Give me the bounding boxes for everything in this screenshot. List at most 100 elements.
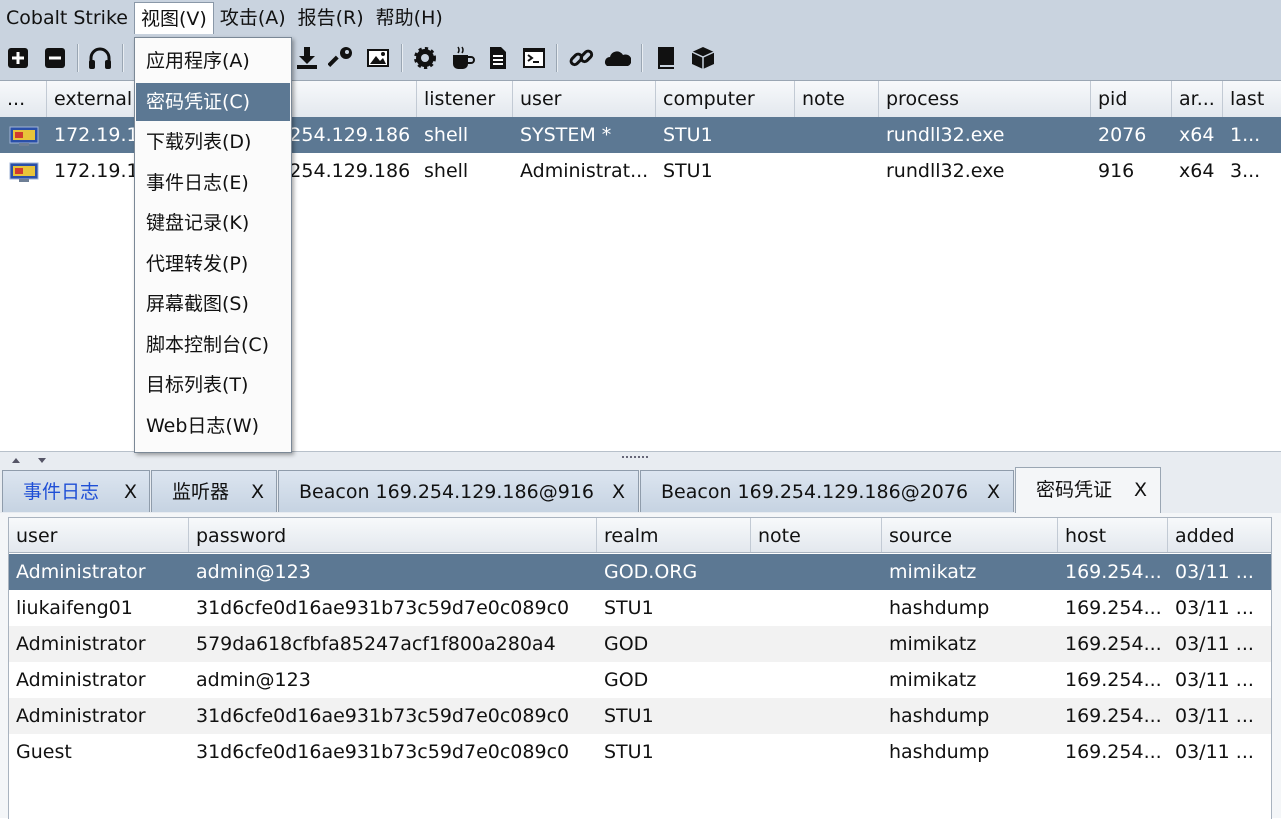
tab-close-button[interactable]: X bbox=[612, 471, 625, 513]
col-header-password[interactable]: password bbox=[189, 518, 597, 552]
cell-host: 169.254... bbox=[1065, 705, 1162, 727]
tab-close-button[interactable]: X bbox=[124, 471, 137, 513]
cell-note bbox=[795, 153, 879, 189]
plus-icon[interactable] bbox=[4, 44, 32, 72]
drag-handle-icon[interactable] bbox=[622, 456, 652, 460]
cell-added: 03/11 ... bbox=[1175, 561, 1254, 583]
cell-pid: 2076 bbox=[1098, 124, 1147, 146]
col-header-icon[interactable]: ... bbox=[0, 81, 47, 117]
cell-pid: 916 bbox=[1098, 160, 1135, 182]
col-header-listener[interactable]: listener bbox=[417, 81, 513, 117]
windows-host-icon bbox=[9, 126, 39, 146]
tab-close-button[interactable]: X bbox=[1134, 468, 1147, 512]
tab-event-log[interactable]: 事件日志 X bbox=[2, 470, 150, 512]
menu-help[interactable]: 帮助(H) bbox=[370, 2, 449, 34]
cell-source: mimikatz bbox=[889, 669, 977, 691]
cell-process: rundll32.exe bbox=[886, 160, 1005, 182]
download-icon[interactable] bbox=[293, 44, 321, 72]
cell-user: Administrator bbox=[16, 633, 146, 655]
tab-close-button[interactable]: X bbox=[251, 471, 264, 513]
col-header-source[interactable]: source bbox=[882, 518, 1058, 552]
cell-process: rundll32.exe bbox=[886, 124, 1005, 146]
menu-item-targets[interactable]: 目标列表(T) bbox=[136, 366, 290, 404]
headphones-icon[interactable] bbox=[86, 44, 114, 72]
menu-reports[interactable]: 报告(R) bbox=[292, 2, 370, 34]
tab-beacon-2076[interactable]: Beacon 169.254.129.186@2076 X bbox=[640, 470, 1014, 512]
col-header-computer[interactable]: computer bbox=[656, 81, 795, 117]
cell-added: 03/11 ... bbox=[1175, 705, 1254, 727]
col-header-note[interactable]: note bbox=[795, 81, 879, 117]
col-header-note[interactable]: note bbox=[751, 518, 882, 552]
credential-row[interactable]: Guest 31d6cfe0d16ae931b73c59d7e0c089c0 S… bbox=[9, 734, 1271, 770]
col-header-arch[interactable]: ar... bbox=[1172, 81, 1223, 117]
credentials-table: user password realm note source host add… bbox=[8, 517, 1272, 819]
col-header-last[interactable]: last bbox=[1223, 81, 1281, 117]
col-header-host[interactable]: host bbox=[1058, 518, 1168, 552]
credential-row[interactable]: Administrator 579da618cfbfa85247acf1f800… bbox=[9, 626, 1271, 662]
image-icon[interactable] bbox=[364, 44, 392, 72]
menu-item-script-console[interactable]: 脚本控制台(C) bbox=[136, 326, 290, 364]
key-icon[interactable] bbox=[328, 44, 356, 72]
cell-last: 3... bbox=[1230, 160, 1261, 182]
menu-item-applications[interactable]: 应用程序(A) bbox=[136, 42, 290, 80]
menu-item-keystrokes[interactable]: 键盘记录(K) bbox=[136, 204, 290, 242]
menu-cobalt-strike[interactable]: Cobalt Strike bbox=[0, 2, 134, 34]
tab-credentials[interactable]: 密码凭证 X bbox=[1015, 467, 1161, 513]
coffee-icon[interactable] bbox=[448, 44, 476, 72]
menu-item-credentials[interactable]: 密码凭证(C) bbox=[136, 83, 290, 121]
cube-icon[interactable] bbox=[689, 44, 717, 72]
menu-item-web-log[interactable]: Web日志(W) bbox=[136, 407, 290, 445]
cell-password: admin@123 bbox=[196, 669, 311, 691]
book-icon[interactable] bbox=[652, 44, 680, 72]
cell-realm: STU1 bbox=[604, 705, 654, 727]
col-header-added[interactable]: added bbox=[1168, 518, 1271, 552]
cell-listener: shell bbox=[424, 160, 469, 182]
cell-note bbox=[795, 117, 879, 153]
tab-listeners[interactable]: 监听器 X bbox=[151, 470, 277, 512]
cell-user: Administrat... bbox=[520, 160, 649, 182]
menu-view[interactable]: 视图(V) bbox=[133, 2, 214, 34]
cell-note bbox=[751, 626, 882, 662]
cell-added: 03/11 ... bbox=[1175, 597, 1254, 619]
menu-item-proxy-pivots[interactable]: 代理转发(P) bbox=[136, 245, 290, 283]
cell-source: hashdump bbox=[889, 741, 990, 763]
cell-password: 31d6cfe0d16ae931b73c59d7e0c089c0 bbox=[196, 705, 570, 727]
cell-host: 169.254... bbox=[1065, 597, 1162, 619]
col-header-pid[interactable]: pid bbox=[1091, 81, 1172, 117]
cell-arch: x64 bbox=[1179, 124, 1215, 146]
credentials-table-header: user password realm note source host add… bbox=[9, 518, 1271, 553]
menu-item-event-log[interactable]: 事件日志(E) bbox=[136, 164, 290, 202]
col-header-realm[interactable]: realm bbox=[597, 518, 751, 552]
cell-user: liukaifeng01 bbox=[16, 597, 133, 619]
tab-close-button[interactable]: X bbox=[987, 471, 1000, 513]
menu-item-downloads[interactable]: 下载列表(D) bbox=[136, 123, 290, 161]
credential-row[interactable]: Administrator 31d6cfe0d16ae931b73c59d7e0… bbox=[9, 698, 1271, 734]
document-icon[interactable] bbox=[484, 44, 512, 72]
terminal-icon[interactable] bbox=[520, 44, 548, 72]
credential-row[interactable]: liukaifeng01 31d6cfe0d16ae931b73c59d7e0c… bbox=[9, 590, 1271, 626]
tab-label: 事件日志 bbox=[23, 481, 100, 503]
menu-attack[interactable]: 攻击(A) bbox=[214, 2, 292, 34]
link-icon[interactable] bbox=[567, 44, 595, 72]
tab-bar: 事件日志 X 监听器 X Beacon 169.254.129.186@916 … bbox=[0, 467, 1281, 513]
col-header-user[interactable]: user bbox=[9, 518, 189, 552]
menu-item-screenshots[interactable]: 屏幕截图(S) bbox=[136, 285, 290, 323]
tab-label: Beacon 169.254.129.186@916 bbox=[299, 481, 594, 503]
cell-source: hashdump bbox=[889, 705, 990, 727]
tab-beacon-916[interactable]: Beacon 169.254.129.186@916 X bbox=[278, 470, 639, 512]
cell-realm: GOD bbox=[604, 633, 649, 655]
cell-host: 169.254... bbox=[1065, 741, 1162, 763]
cell-external: 172.19.1 bbox=[54, 160, 135, 182]
panel-splitter[interactable] bbox=[0, 451, 1281, 468]
cell-password: 31d6cfe0d16ae931b73c59d7e0c089c0 bbox=[196, 597, 570, 619]
cloud-icon[interactable] bbox=[603, 44, 631, 72]
cell-external: 172.19.1 bbox=[54, 124, 135, 146]
collapse-arrows-icon[interactable] bbox=[8, 456, 48, 464]
col-header-user[interactable]: user bbox=[513, 81, 656, 117]
gear-icon[interactable] bbox=[411, 44, 439, 72]
credential-row[interactable]: Administrator admin@123 GOD.ORG mimikatz… bbox=[9, 554, 1271, 590]
col-header-external[interactable]: external bbox=[47, 81, 135, 117]
credential-row[interactable]: Administrator admin@123 GOD mimikatz 169… bbox=[9, 662, 1271, 698]
minus-icon[interactable] bbox=[41, 44, 69, 72]
col-header-process[interactable]: process bbox=[879, 81, 1091, 117]
